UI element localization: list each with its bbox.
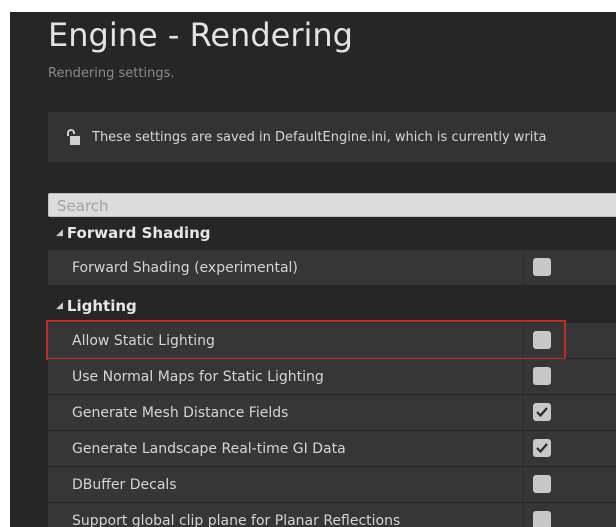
column-divider (523, 467, 524, 502)
section-lighting[interactable]: ◢ Lighting (48, 294, 616, 318)
notice-text: These settings are saved in DefaultEngin… (92, 129, 547, 145)
setting-row-mesh-distance-fields: Generate Mesh Distance Fields (48, 395, 616, 430)
checkbox-mesh-distance-fields[interactable] (533, 403, 551, 421)
lock-icon[interactable] (64, 128, 82, 146)
checkbox-allow-static-lighting[interactable] (533, 331, 551, 349)
config-notice: These settings are saved in DefaultEngin… (48, 112, 616, 162)
check-icon (536, 407, 548, 418)
column-divider (523, 359, 524, 394)
checkbox-landscape-gi[interactable] (533, 439, 551, 457)
setting-row-landscape-gi: Generate Landscape Real-time GI Data (48, 431, 616, 466)
setting-label: DBuffer Decals (72, 476, 177, 493)
section-forward-shading[interactable]: ◢ Forward Shading (48, 221, 616, 245)
setting-row-forward-shading: Forward Shading (experimental) (48, 250, 616, 285)
setting-label: Allow Static Lighting (72, 332, 215, 349)
setting-label: Use Normal Maps for Static Lighting (72, 368, 324, 385)
collapse-arrow-icon: ◢ (56, 301, 63, 311)
setting-row-global-clip-plane: Support global clip plane for Planar Ref… (48, 503, 616, 527)
setting-label: Support global clip plane for Planar Ref… (72, 512, 401, 527)
setting-row-normal-maps: Use Normal Maps for Static Lighting (48, 359, 616, 394)
setting-label: Generate Mesh Distance Fields (72, 404, 289, 421)
column-divider (523, 250, 524, 285)
column-divider (523, 431, 524, 466)
checkbox-dbuffer-decals[interactable] (533, 475, 551, 493)
collapse-arrow-icon: ◢ (56, 228, 63, 238)
setting-row-dbuffer-decals: DBuffer Decals (48, 467, 616, 502)
page-subtitle: Rendering settings. (48, 66, 175, 81)
page-title: Engine - Rendering (48, 16, 353, 54)
setting-label: Generate Landscape Real-time GI Data (72, 440, 346, 457)
check-icon (536, 443, 548, 454)
section-label: Forward Shading (66, 224, 211, 242)
setting-label: Forward Shading (experimental) (72, 259, 298, 276)
checkbox-forward-shading[interactable] (533, 258, 551, 276)
column-divider (523, 395, 524, 430)
section-label: Lighting (66, 297, 137, 315)
checkbox-normal-maps[interactable] (533, 367, 551, 385)
column-divider (523, 503, 524, 527)
search-input[interactable] (48, 193, 616, 217)
column-divider (523, 323, 524, 358)
settings-panel: Engine - Rendering Rendering settings. T… (10, 12, 616, 527)
checkbox-global-clip-plane[interactable] (533, 511, 551, 527)
setting-row-allow-static-lighting: Allow Static Lighting (48, 323, 616, 358)
